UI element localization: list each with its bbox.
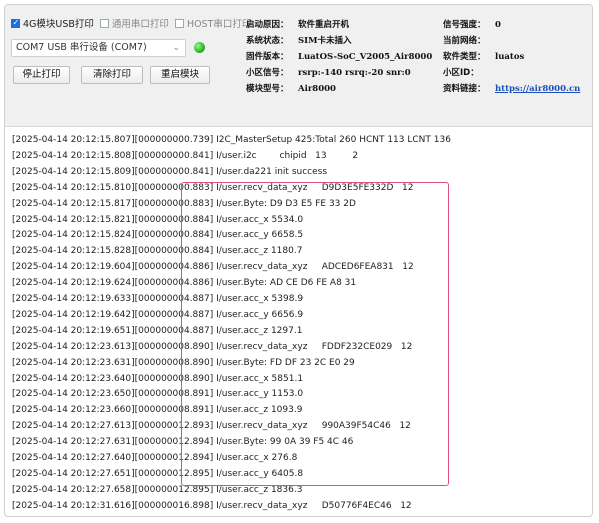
print-mode-options: 4G模块USB打印 通用串口打印 HOST串口打印 xyxy=(11,16,251,30)
info-value: luatos xyxy=(495,52,525,62)
info-row: 小区ID： xyxy=(443,65,592,81)
info-value: rsrp:-140 rsrq:-20 snr:0 xyxy=(298,68,411,78)
info-key: 当前网络： xyxy=(443,36,486,46)
info-value: 0 xyxy=(495,20,501,30)
serial-print-checkbox[interactable]: 通用串口打印 xyxy=(99,16,169,30)
log-line: [2025-04-14 20:12:15.809][000000000.841]… xyxy=(12,166,328,177)
info-key: 信号强度： xyxy=(443,20,486,30)
info-row: 当前网络： xyxy=(443,33,592,49)
log-line: [2025-04-14 20:12:23.650][000000008.891]… xyxy=(12,389,304,400)
clear-print-button[interactable]: 清除打印 xyxy=(81,66,143,84)
info-row: 小区信号： rsrp:-140 rsrq:-20 snr:0 xyxy=(246,65,441,81)
log-line: [2025-04-14 20:12:15.807][000000000.739]… xyxy=(12,135,451,145)
info-key: 系统状态： xyxy=(246,36,289,46)
info-row: 资料链接： https://air8000.cn xyxy=(443,81,592,97)
log-line: [2025-04-14 20:12:19.604][000000004.886]… xyxy=(12,262,414,273)
info-key: 模块型号： xyxy=(246,84,289,94)
log-line: [2025-04-14 20:12:23.613][000000008.890]… xyxy=(12,341,413,352)
port-select-value: COM7 USB 串行设备 (COM7) xyxy=(16,42,147,53)
log-line: [2025-04-14 20:12:27.651][000000012.895]… xyxy=(12,468,304,479)
info-value: 软件重启开机 xyxy=(298,20,350,30)
log-line: [2025-04-14 20:12:23.631][000000008.890]… xyxy=(12,357,355,368)
chevron-down-icon[interactable]: ⌄ xyxy=(172,40,180,56)
info-row: 系统状态： SIM卡未插入 xyxy=(246,33,441,49)
info-key: 小区信号： xyxy=(246,68,289,78)
info-value: Air8000 xyxy=(298,84,336,94)
info-value: LuatOS-SoC_V2005_Air8000 xyxy=(298,52,433,62)
info-key: 软件类型： xyxy=(443,52,486,62)
log-line: [2025-04-14 20:12:27.631][000000012.894]… xyxy=(12,437,354,448)
usb4g-print-checkbox[interactable]: 4G模块USB打印 xyxy=(11,16,94,30)
stop-print-button[interactable]: 停止打印 xyxy=(13,66,70,84)
log-line: [2025-04-14 20:12:27.658][000000012.895]… xyxy=(12,484,303,495)
restart-module-button[interactable]: 重启模块 xyxy=(150,66,210,84)
info-key: 资料链接： xyxy=(443,84,486,94)
log-line: [2025-04-14 20:12:19.651][000000004.887]… xyxy=(12,325,303,336)
host-print-checkbox[interactable]: HOST串口打印 xyxy=(174,16,252,30)
info-row: 信号强度： 0 xyxy=(443,17,592,33)
info-key: 小区ID： xyxy=(443,68,479,78)
device-info-left: 启动原因： 软件重启开机 系统状态： SIM卡未插入 固件版本： LuatOS-… xyxy=(246,17,441,97)
port-select[interactable]: COM7 USB 串行设备 (COM7) ⌄ xyxy=(11,39,186,57)
log-line: [2025-04-14 20:12:15.817][000000000.883]… xyxy=(12,198,356,209)
log-line: [2025-04-14 20:12:15.808][000000000.841]… xyxy=(12,150,359,161)
log-line: [2025-04-14 20:12:15.810][000000000.883]… xyxy=(12,182,414,193)
log-line: [2025-04-14 20:12:27.613][000000012.893]… xyxy=(12,421,411,432)
checkbox-checked-icon[interactable] xyxy=(11,18,20,28)
connection-status-icon xyxy=(194,42,205,53)
log-line: [2025-04-14 20:12:23.660][000000008.891]… xyxy=(12,405,303,416)
log-line: [2025-04-14 20:12:15.821][000000000.884]… xyxy=(12,214,304,225)
log-line: [2025-04-14 20:12:19.624][000000004.886]… xyxy=(12,278,357,289)
info-row: 启动原因： 软件重启开机 xyxy=(246,17,441,33)
info-row: 软件类型： luatos xyxy=(443,49,592,65)
log-line: [2025-04-14 20:12:15.828][000000000.884]… xyxy=(12,246,303,257)
log-line: [2025-04-14 20:12:27.640][000000012.894]… xyxy=(12,453,298,463)
info-value: SIM卡未插入 xyxy=(298,36,352,46)
checkbox-unchecked-icon[interactable] xyxy=(174,18,184,28)
log-line: [2025-04-14 20:12:23.640][000000008.890]… xyxy=(12,373,304,384)
serial-print-label: 通用串口打印 xyxy=(111,19,169,30)
log-line: [2025-04-14 20:12:19.642][000000004.887]… xyxy=(12,309,304,320)
log-line: [2025-04-14 20:12:31.616][000000016.898]… xyxy=(12,500,412,511)
log-line: [2025-04-14 20:12:15.824][000000000.884]… xyxy=(12,230,304,241)
docs-link[interactable]: https://air8000.cn xyxy=(495,81,580,97)
usb4g-print-label: 4G模块USB打印 xyxy=(23,19,94,30)
log-tool-window: 4G模块USB打印 通用串口打印 HOST串口打印 COM7 USB 串行设备 … xyxy=(4,4,593,517)
log-line: [2025-04-14 20:12:19.633][000000004.887]… xyxy=(12,294,304,304)
info-row: 固件版本： LuatOS-SoC_V2005_Air8000 xyxy=(246,49,441,65)
checkbox-unchecked-icon[interactable] xyxy=(99,18,109,28)
device-info-right: 信号强度： 0 当前网络： 软件类型： luatos 小区ID： 资料链接： h… xyxy=(443,17,592,97)
control-panel: 4G模块USB打印 通用串口打印 HOST串口打印 COM7 USB 串行设备 … xyxy=(5,5,592,127)
info-row: 模块型号： Air8000 xyxy=(246,81,441,97)
info-key: 固件版本： xyxy=(246,52,289,62)
host-print-label: HOST串口打印 xyxy=(186,19,252,30)
info-key: 启动原因： xyxy=(246,20,289,30)
